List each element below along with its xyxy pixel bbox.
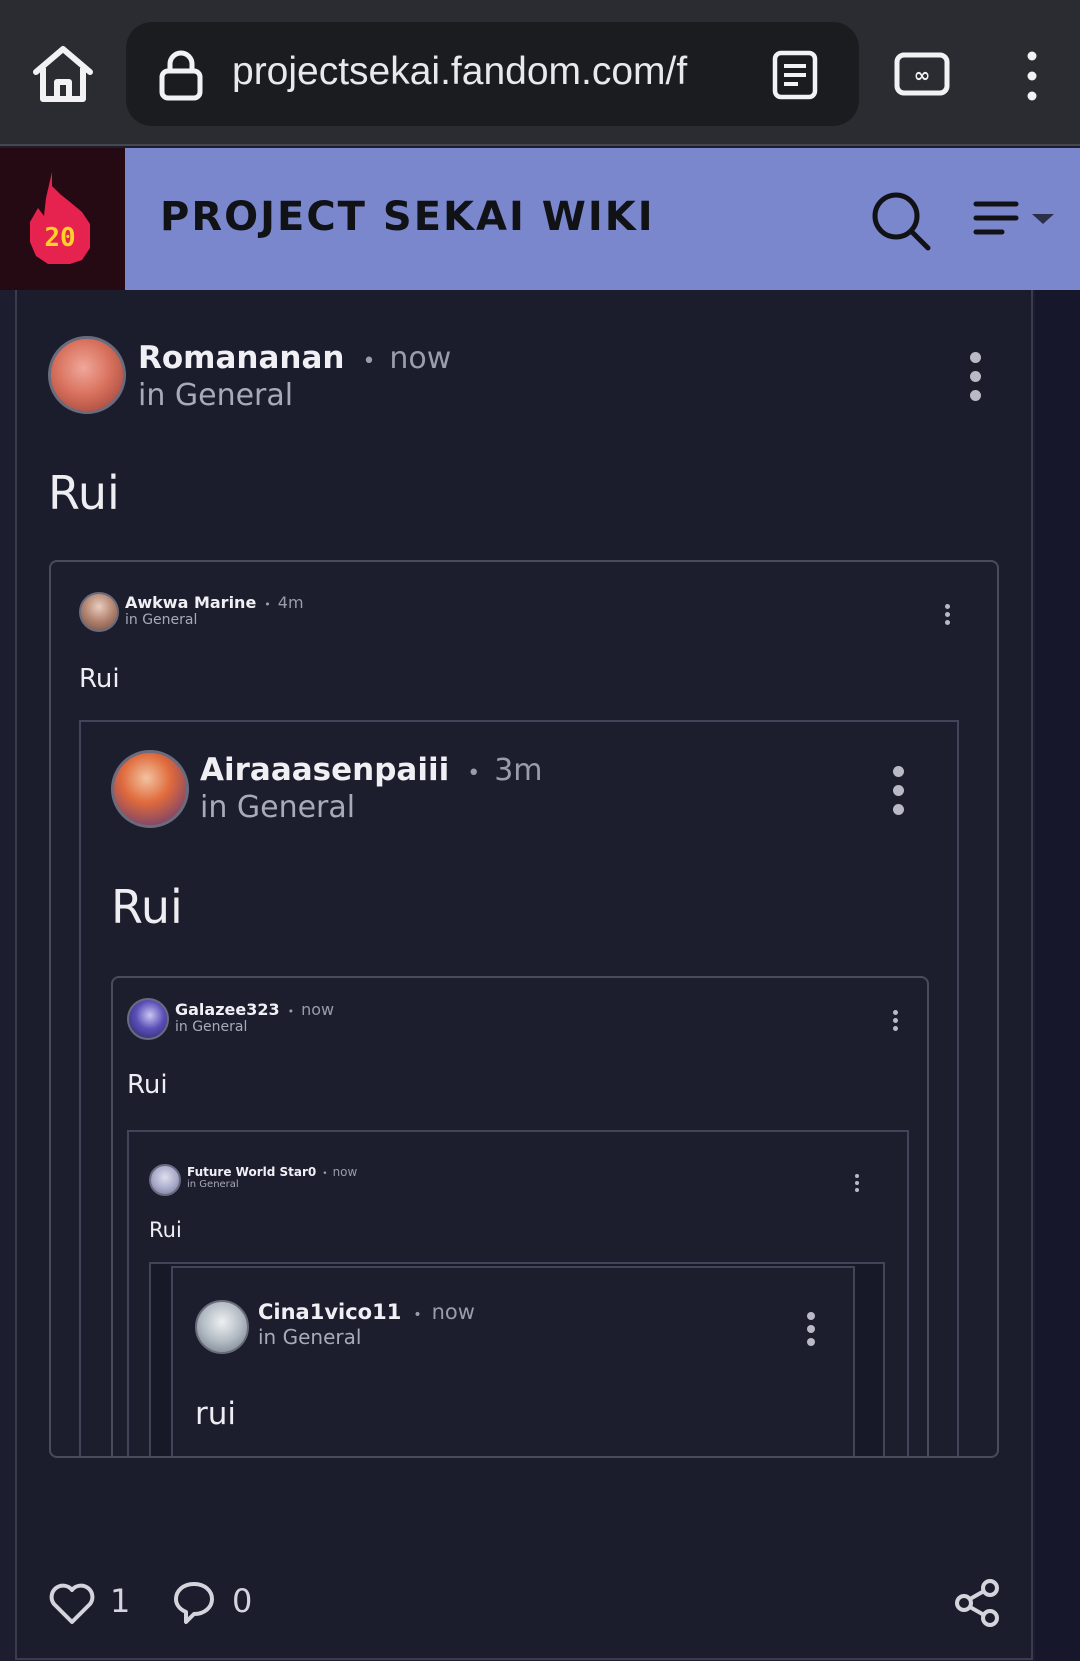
nav-menu-icon[interactable] — [972, 200, 1058, 240]
quote5-author-row: Cina1vico11 • now in General — [195, 1300, 475, 1354]
post-body: Rui — [48, 466, 120, 520]
post-time: now — [431, 1300, 475, 1324]
post-body: Rui — [79, 664, 120, 694]
separator-dot: • — [362, 349, 376, 374]
avatar[interactable] — [127, 998, 169, 1040]
quote1-author-row: Awkwa Marine • 4m in General — [79, 592, 304, 632]
post-category[interactable]: in General — [175, 1019, 334, 1035]
quote1-options-icon[interactable] — [945, 604, 950, 625]
post-body: Rui — [149, 1218, 182, 1242]
address-bar[interactable]: projectsekai.fandom.com/f — [126, 22, 859, 126]
browser-toolbar: projectsekai.fandom.com/f ∞ — [0, 0, 1080, 146]
quoted-post-2[interactable]: Airaaasenpaiii • 3m in General Rui Galaz… — [79, 720, 959, 1456]
quote3-options-icon[interactable] — [893, 1010, 898, 1031]
svg-text:∞: ∞ — [914, 63, 931, 87]
wiki-title[interactable]: PROJECT SEKAI WIKI — [160, 194, 655, 240]
separator-dot: • — [413, 1307, 422, 1323]
post-body: Rui — [127, 1070, 168, 1100]
quote3-author-row: Galazee323 • now in General — [127, 998, 334, 1040]
separator-dot: • — [287, 1005, 295, 1018]
author-name[interactable]: Airaaasenpaiii — [200, 752, 449, 788]
tab-switcher-icon[interactable]: ∞ — [894, 52, 950, 96]
quote5-options-icon[interactable] — [807, 1312, 815, 1346]
avatar[interactable] — [195, 1300, 249, 1354]
comment-count: 0 — [232, 1582, 253, 1620]
post-category[interactable]: in General — [258, 1325, 475, 1349]
avatar[interactable] — [48, 336, 126, 414]
heart-icon[interactable] — [48, 1582, 96, 1626]
post-time: now — [389, 341, 452, 376]
author-name[interactable]: Romananan — [138, 340, 344, 376]
quoted-post-3[interactable]: Galazee323 • now in General Rui Future W… — [111, 976, 929, 1456]
avatar[interactable] — [149, 1164, 181, 1196]
lock-icon[interactable] — [156, 49, 206, 101]
avatar[interactable] — [79, 592, 119, 632]
quote2-author-row: Airaaasenpaiii • 3m in General — [111, 750, 543, 828]
home-icon[interactable] — [30, 44, 96, 104]
post-actions: 1 0 — [48, 1578, 1008, 1630]
separator-dot: • — [467, 761, 481, 786]
site-header: 20 PROJECT SEKAI WIKI — [0, 148, 1080, 290]
quote4-author-row: Future World Star0 • now in General — [149, 1164, 357, 1196]
post-body: Rui — [111, 880, 183, 934]
author-name[interactable]: Cina1vico11 — [258, 1300, 401, 1324]
separator-dot: • — [322, 1169, 328, 1179]
post-category[interactable]: in General — [125, 612, 304, 628]
flame-logo-icon: 20 — [30, 172, 90, 264]
post-category[interactable]: in General — [138, 378, 451, 413]
search-icon[interactable] — [870, 190, 932, 252]
quoted-post-1[interactable]: Awkwa Marine • 4m in General Rui Airaaas… — [49, 560, 999, 1458]
author-name[interactable]: Awkwa Marine — [125, 593, 256, 612]
more-menu-icon[interactable] — [1022, 50, 1042, 102]
url-text[interactable]: projectsekai.fandom.com/f — [232, 50, 687, 94]
page-background — [1035, 290, 1080, 1661]
post-time: now — [301, 1000, 335, 1019]
author-name[interactable]: Galazee323 — [175, 1000, 280, 1019]
share-icon[interactable] — [952, 1578, 1002, 1628]
post-body: rui — [195, 1396, 237, 1432]
post-time: now — [332, 1165, 358, 1179]
logo-number: 20 — [44, 223, 75, 253]
author-name[interactable]: Future World Star0 — [187, 1165, 316, 1179]
reader-mode-icon[interactable] — [771, 50, 819, 100]
quoted-post-5-frame: Cina1vico11 • now in General rui — [149, 1262, 885, 1456]
post-time: 3m — [494, 753, 543, 788]
like-count: 1 — [110, 1582, 131, 1620]
wiki-logo[interactable]: 20 — [0, 148, 125, 290]
post-options-icon[interactable] — [970, 352, 981, 401]
quoted-post-4[interactable]: Future World Star0 • now in General Rui — [127, 1130, 909, 1456]
separator-dot: • — [264, 598, 271, 611]
post-time: 4m — [277, 593, 304, 612]
quoted-post-5[interactable]: Cina1vico11 • now in General rui — [171, 1266, 855, 1456]
post-category[interactable]: in General — [200, 790, 543, 825]
quote4-options-icon[interactable] — [855, 1174, 859, 1192]
quote2-options-icon[interactable] — [893, 766, 904, 815]
comment-icon[interactable] — [172, 1580, 216, 1626]
post-author-row: Romananan • now in General — [48, 336, 451, 414]
post-category[interactable]: in General — [187, 1179, 357, 1190]
avatar[interactable] — [111, 750, 189, 828]
